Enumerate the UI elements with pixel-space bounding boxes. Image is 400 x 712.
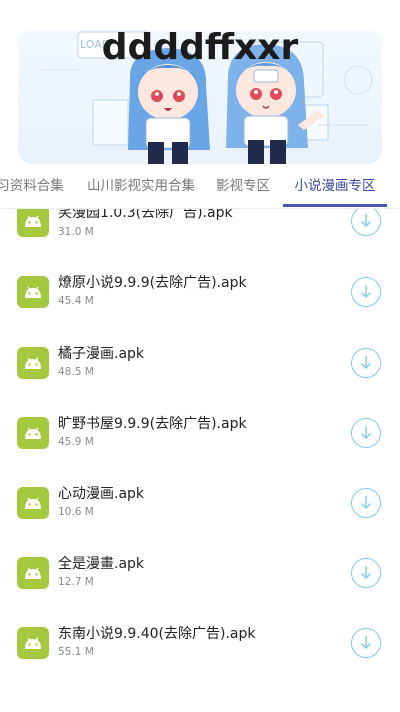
list-item[interactable]: 旷野书屋9.9.9(去除广告).apk 45.9 M [0,406,400,476]
android-icon [17,557,49,589]
android-icon [17,276,49,308]
app-size: 45.4 M [58,295,94,307]
list-item[interactable]: 东南小说9.9.40(去除广告).apk 55.1 M [0,617,400,687]
android-icon [17,627,49,659]
app-name: 燎原小说9.9.9(去除广告).apk [58,275,247,291]
banner-title: ddddffxxr [101,30,299,68]
android-icon [17,487,49,519]
app-size: 55.1 M [58,646,94,658]
app-name: 笑漫园1.0.3(去除广告).apk [58,209,233,221]
app-size: 45.9 M [58,436,94,448]
download-arrow-icon [361,214,371,227]
android-icon [17,347,49,379]
app-name: 东南小说9.9.40(去除广告).apk [58,626,256,642]
tab-novel-comic-zone[interactable]: 小说漫画专区 [283,168,387,206]
android-icon [17,209,49,237]
download-button[interactable] [351,488,381,518]
app-name: 全是漫畫.apk [58,556,145,572]
tab-study-materials[interactable]: 习资料合集 [0,168,66,206]
app-name: 橘子漫画.apk [58,346,145,362]
app-size: 31.0 M [58,226,94,238]
list-item[interactable]: 心动漫画.apk 10.6 M [0,477,400,547]
download-button[interactable] [351,418,381,448]
list-item[interactable]: 燎原小说9.9.9(去除广告).apk 45.4 M [0,266,400,336]
download-arrow-icon [361,566,371,579]
category-tabs: 习资料合集 山川影视实用合集 影视专区 小说漫画专区 [0,168,400,209]
list-item[interactable]: 橘子漫画.apk 48.5 M [0,336,400,406]
tab-shanchuan-video[interactable]: 山川影视实用合集 [84,168,198,206]
download-arrow-icon [361,496,371,509]
android-icon [17,417,49,449]
app-name: 旷野书屋9.9.9(去除广告).apk [58,416,247,432]
download-button[interactable] [351,628,381,658]
app-name: 心动漫画.apk [58,486,145,502]
download-arrow-icon [361,426,371,439]
download-button[interactable] [351,558,381,588]
tab-video-zone[interactable]: 影视专区 [212,168,274,206]
app-list[interactable]: 笑漫园1.0.3(去除广告).apk 31.0 M 燎原小说9.9.9(去除广告… [0,209,400,712]
download-arrow-icon [361,356,371,369]
app-size: 12.7 M [58,576,94,588]
app-size: 10.6 M [58,506,94,518]
download-button[interactable] [351,348,381,378]
download-button[interactable] [351,209,381,236]
active-tab-indicator [283,204,387,207]
download-arrow-icon [361,636,371,649]
download-button[interactable] [351,277,381,307]
app-size: 48.5 M [58,366,94,378]
list-item[interactable]: 全是漫畫.apk 12.7 M [0,547,400,617]
banner[interactable]: LOAD ddddffxxr [18,30,382,164]
list-item[interactable]: 笑漫园1.0.3(去除广告).apk 31.0 M [0,209,400,256]
download-arrow-icon [361,285,371,298]
